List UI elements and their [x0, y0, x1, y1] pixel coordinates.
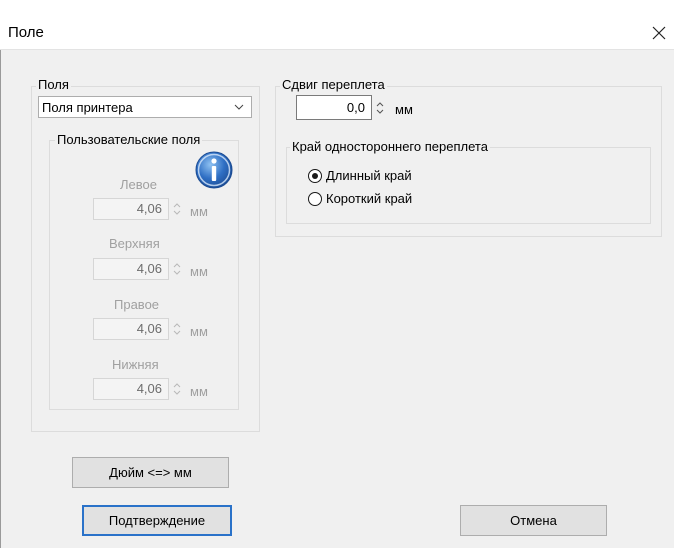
long-edge-radio[interactable]: Длинный край — [308, 168, 412, 183]
bottom-margin-input[interactable]: 4,06 — [93, 378, 169, 400]
close-icon — [652, 26, 666, 40]
top-margin-label: Верхняя — [109, 236, 160, 251]
right-margin-input[interactable]: 4,06 — [93, 318, 169, 340]
spin-arrows-icon[interactable] — [172, 379, 182, 399]
convert-units-label: Дюйм <=> мм — [109, 465, 192, 480]
spin-arrows-icon[interactable] — [172, 319, 182, 339]
cancel-button[interactable]: Отмена — [460, 505, 607, 536]
left-margin-input[interactable]: 4,06 — [93, 198, 169, 220]
convert-units-button[interactable]: Дюйм <=> мм — [72, 457, 229, 488]
spin-arrows-icon[interactable] — [172, 259, 182, 279]
gutter-input[interactable]: 0,0 — [296, 95, 372, 120]
confirm-label: Подтверждение — [108, 513, 206, 528]
window-title: Поле — [8, 24, 44, 41]
radio-selected-icon — [308, 168, 322, 183]
binding-edge-label: Край одностороннего переплета — [290, 139, 490, 154]
left-margin-unit: мм — [190, 204, 208, 219]
title-bar: Поле — [0, 0, 674, 50]
long-edge-label: Длинный край — [326, 168, 412, 183]
left-margin-label: Левое — [120, 177, 157, 192]
bottom-margin-label: Нижняя — [112, 357, 159, 372]
window-frame — [0, 0, 1, 548]
right-margin-label: Правое — [114, 297, 160, 312]
right-margin-unit: мм — [190, 324, 208, 339]
spin-arrows-icon[interactable] — [172, 199, 182, 219]
top-margin-unit: мм — [190, 264, 208, 279]
custom-margins-label: Пользовательские поля — [55, 132, 203, 147]
cancel-label: Отмена — [510, 513, 557, 528]
margins-group-label: Поля — [36, 77, 71, 92]
close-button[interactable] — [644, 18, 674, 48]
short-edge-radio[interactable]: Короткий край — [308, 191, 412, 206]
bottom-margin-unit: мм — [190, 384, 208, 399]
short-edge-label: Короткий край — [326, 191, 413, 206]
confirm-button[interactable]: Подтверждение — [82, 505, 232, 536]
margins-dropdown-value: Поля принтера — [42, 100, 133, 115]
info-icon — [195, 151, 233, 189]
radio-unselected-icon — [308, 191, 322, 206]
spin-arrows-icon[interactable] — [375, 98, 385, 118]
gutter-unit: мм — [395, 102, 413, 117]
binding-edge-group — [286, 147, 651, 224]
margins-dropdown[interactable]: Поля принтера — [38, 96, 252, 118]
gutter-label: Сдвиг переплета — [280, 77, 387, 92]
chevron-down-icon — [234, 104, 244, 110]
top-margin-input[interactable]: 4,06 — [93, 258, 169, 280]
